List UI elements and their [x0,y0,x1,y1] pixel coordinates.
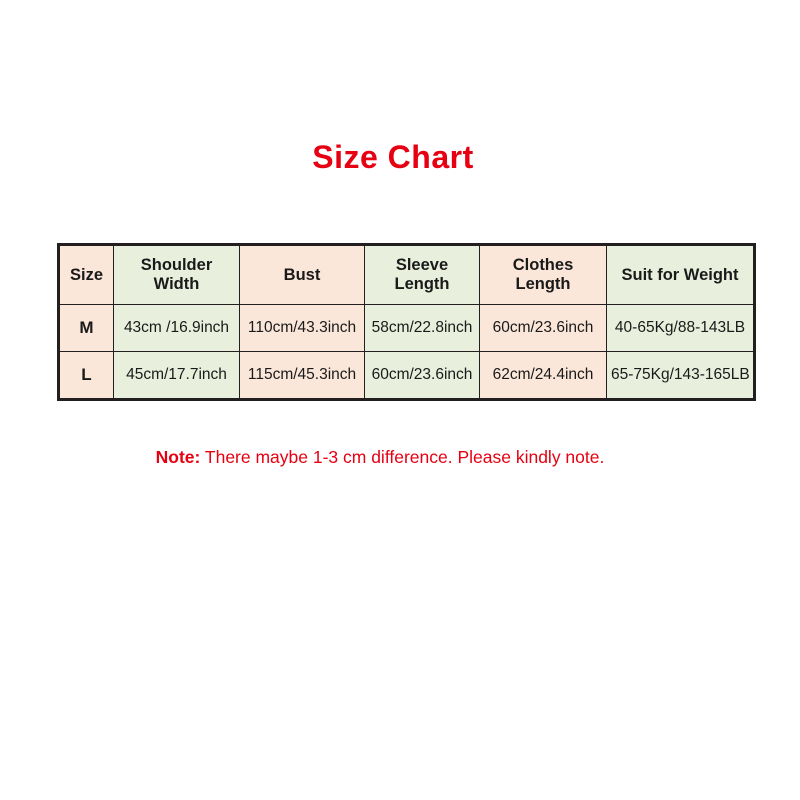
page-title: Size Chart [312,139,474,175]
column-header-bust: Bust [239,244,365,305]
header-line-2: Width [153,275,200,293]
size-note: Note: There maybe 1-3 cm difference. Ple… [0,446,760,468]
cell-bust: 110cm/43.3inch [239,304,365,352]
cell-clothes-length: 60cm/23.6inch [479,304,607,352]
note-label: Note: [155,447,201,467]
table-header: Size Shoulder Width Bust Sleeve Length Clo… [58,244,755,305]
cell-size: M [58,304,114,352]
cell-suit-for-weight: 40-65Kg/88-143LB [606,304,755,352]
table-row: L 45cm/17.7inch 115cm/45.3inch 60cm/23.6… [58,351,755,400]
header-line-1: Sleeve [395,256,449,274]
cell-shoulder-width: 43cm /16.9inch [113,304,240,352]
table-body: M 43cm /16.9inch 110cm/43.3inch 58cm/22.… [58,304,755,400]
size-chart-table-container: Size Shoulder Width Bust Sleeve Length Clo… [57,243,756,401]
cell-shoulder-width: 45cm/17.7inch [113,351,240,400]
column-header-suit-for-weight: Suit for Weight [606,244,755,305]
cell-size: L [58,351,114,400]
table-row: M 43cm /16.9inch 110cm/43.3inch 58cm/22.… [58,304,755,352]
column-header-clothes-length: Clothes Length [479,244,607,305]
column-header-sleeve-length: Sleeve Length [364,244,480,305]
table-header-row: Size Shoulder Width Bust Sleeve Length Clo… [58,244,755,305]
column-header-shoulder-width: Shoulder Width [113,244,240,305]
cell-sleeve-length: 58cm/22.8inch [364,304,480,352]
note-body: There maybe 1-3 cm difference. Please ki… [204,447,605,467]
cell-bust: 115cm/45.3inch [239,351,365,400]
header-line-1: Shoulder [140,256,213,274]
header-line-2: Length [394,275,450,293]
column-header-size: Size [58,244,114,305]
header-line-1: Clothes [512,256,574,274]
cell-clothes-length: 62cm/24.4inch [479,351,607,400]
cell-sleeve-length: 60cm/23.6inch [364,351,480,400]
size-chart-table: Size Shoulder Width Bust Sleeve Length Clo… [57,243,756,401]
cell-suit-for-weight: 65-75Kg/143-165LB [606,351,755,400]
header-line-2: Length [515,275,571,293]
